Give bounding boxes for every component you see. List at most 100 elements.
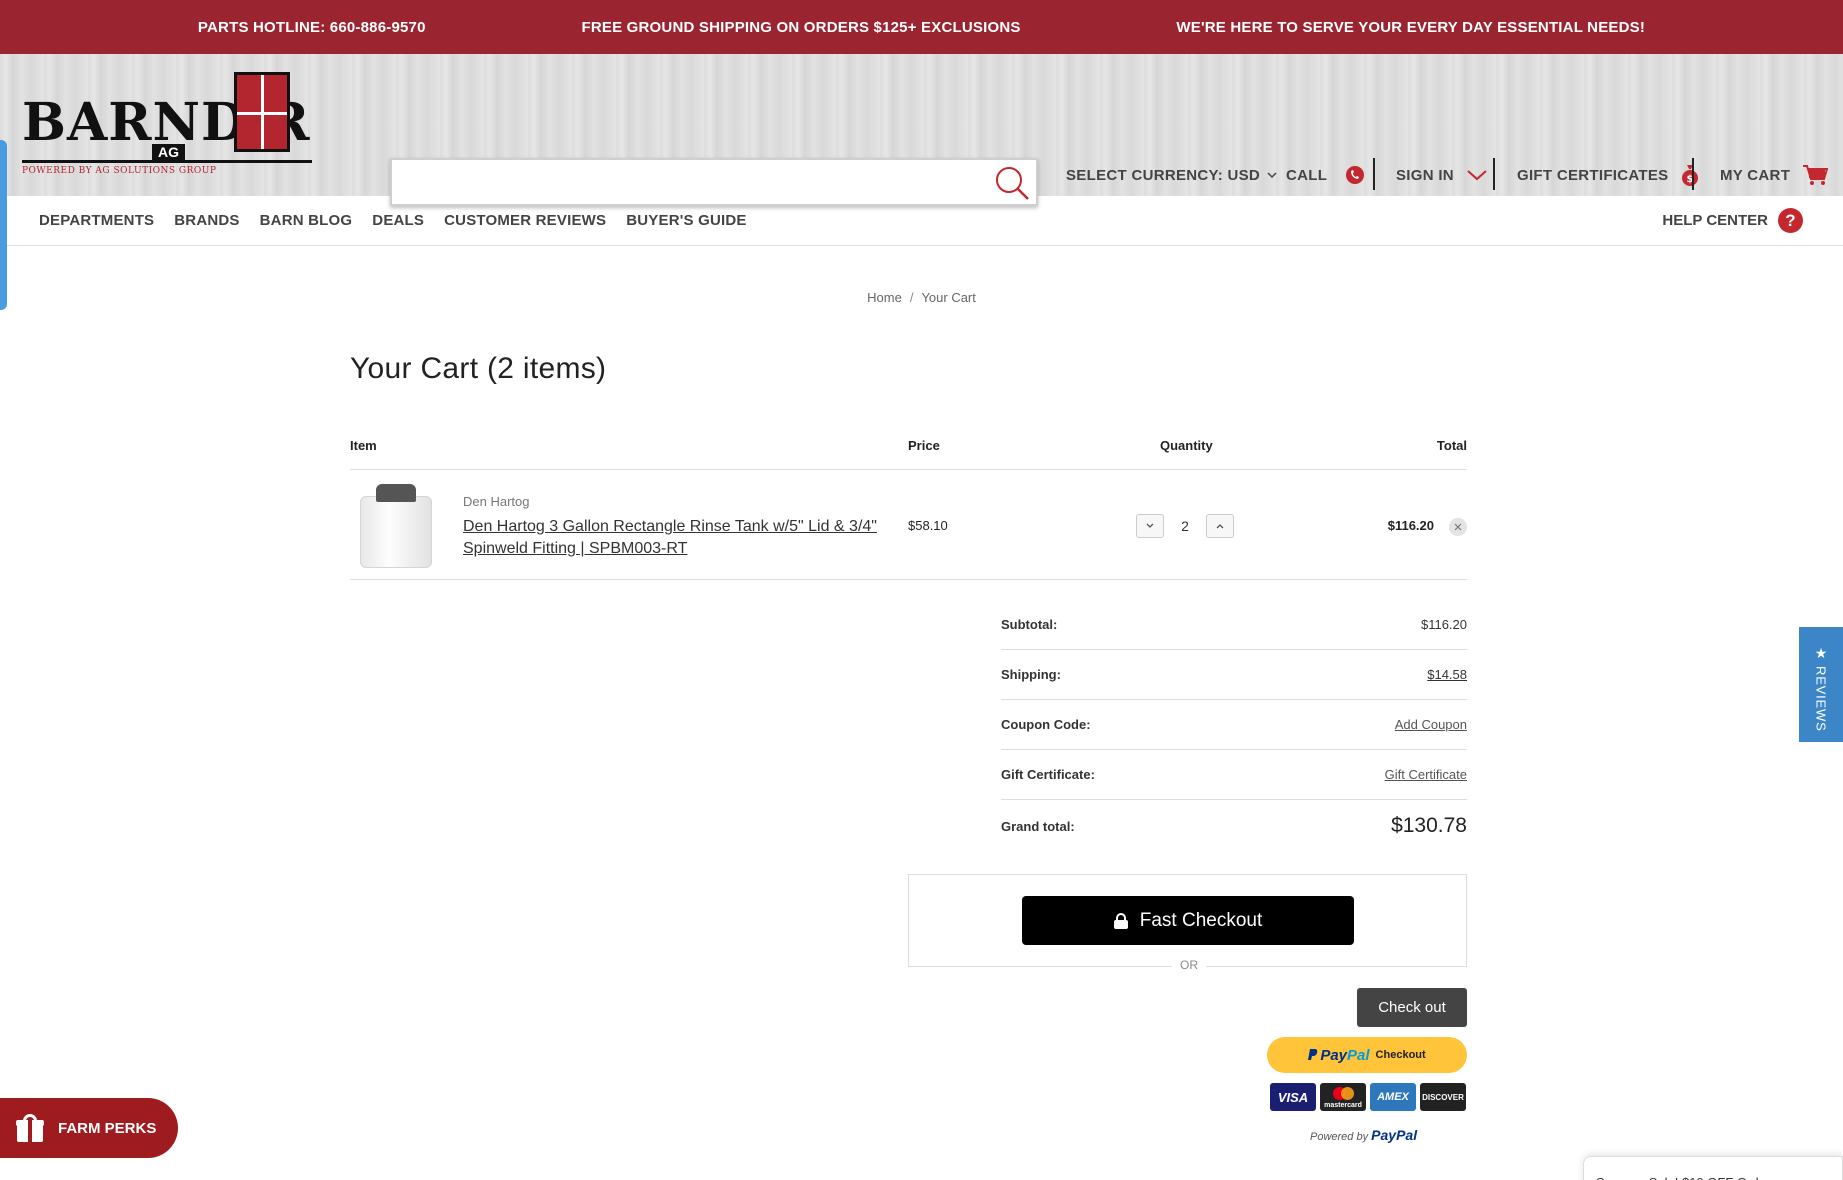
currency-label: SELECT CURRENCY: USD <box>1066 167 1260 184</box>
header-divider <box>1373 158 1375 190</box>
header-divider <box>1692 158 1694 190</box>
grand-total-label: Grand total: <box>1001 819 1075 834</box>
call-label: CALL <box>1286 167 1327 184</box>
help-center-label: HELP CENTER <box>1662 212 1768 229</box>
money-bag-icon: $ <box>1680 163 1700 187</box>
nav-deals[interactable]: DEALS <box>372 212 424 229</box>
main-nav: DEPARTMENTS BRANDS BARN BLOG DEALS CUSTO… <box>0 196 1843 246</box>
parts-hotline[interactable]: PARTS HOTLINE: 660-886-9570 <box>198 19 426 36</box>
visa-icon: VISA <box>1270 1083 1316 1111</box>
mastercard-icon: mastercard <box>1320 1083 1366 1111</box>
fast-checkout-panel: Fast Checkout <box>908 874 1467 967</box>
logo-tagline: POWERED BY AG SOLUTIONS GROUP <box>22 166 216 176</box>
reviews-label: REVIEWS <box>1814 666 1829 732</box>
grand-total-value: $130.78 <box>1391 814 1467 838</box>
powered-by-paypal: Powered by PayPal <box>1310 1127 1417 1143</box>
breadcrumb-separator: / <box>910 290 914 305</box>
farm-perks-label: FARM PERKS <box>58 1120 156 1137</box>
breadcrumb-home[interactable]: Home <box>867 290 902 305</box>
help-center-link[interactable]: HELP CENTER ? <box>1662 208 1803 233</box>
call-link[interactable]: CALL <box>1286 158 1365 192</box>
lock-icon <box>1114 913 1128 928</box>
gift-certificate-label: Gift Certificate: <box>1001 767 1095 782</box>
logo-ag: AG <box>152 144 185 160</box>
nav-customer-reviews[interactable]: CUSTOMER REVIEWS <box>444 212 606 229</box>
paypal-checkout-label: Checkout <box>1376 1049 1426 1061</box>
currency-selector[interactable]: SELECT CURRENCY: USD <box>1066 158 1278 192</box>
farm-perks-button[interactable]: FARM PERKS <box>0 1098 178 1158</box>
paypal-p-icon <box>1308 1048 1318 1061</box>
close-icon <box>1454 523 1462 531</box>
breadcrumb: Home / Your Cart <box>0 290 1843 305</box>
subtotal-row: Subtotal: $116.20 <box>1001 600 1467 650</box>
discover-icon: DISCOVER <box>1420 1083 1466 1111</box>
cart-row: Den Hartog Den Hartog 3 Gallon Rectangle… <box>350 470 1467 580</box>
header-quantity: Quantity <box>1160 438 1213 453</box>
sign-in-link[interactable]: SIGN IN <box>1396 158 1488 192</box>
header-price: Price <box>908 438 940 453</box>
fast-checkout-button[interactable]: Fast Checkout <box>1022 896 1354 945</box>
header-divider <box>1493 158 1495 190</box>
nav-brands[interactable]: BRANDS <box>174 212 239 229</box>
breadcrumb-current: Your Cart <box>921 290 975 305</box>
shipping-label: Shipping: <box>1001 667 1061 682</box>
gift-certificates-label: GIFT CERTIFICATES <box>1517 167 1668 184</box>
subtotal-value: $116.20 <box>1421 617 1467 632</box>
nav-departments[interactable]: DEPARTMENTS <box>39 212 154 229</box>
chevron-down-icon <box>1266 170 1278 180</box>
or-divider: OR <box>1172 958 1206 972</box>
reviews-side-tab[interactable]: ★ REVIEWS <box>1799 627 1843 742</box>
my-cart-link[interactable]: MY CART <box>1720 158 1828 192</box>
chevron-down-icon <box>1466 168 1488 182</box>
serve-message: WE'RE HERE TO SERVE YOUR EVERY DAY ESSEN… <box>1176 19 1645 36</box>
powered-by-brand: PayPal <box>1371 1127 1417 1143</box>
product-price: $58.10 <box>908 518 948 533</box>
grand-total-row: Grand total: $130.78 <box>1001 800 1467 852</box>
product-thumbnail[interactable] <box>354 476 436 572</box>
gift-icon <box>16 1114 44 1142</box>
increase-quantity-button[interactable] <box>1206 514 1234 538</box>
sale-popup[interactable]: Summer Sale! $10 OFF Orders <box>1583 1156 1843 1180</box>
quantity-value[interactable]: 2 <box>1164 518 1206 534</box>
paypal-checkout-button[interactable]: PayPal Checkout <box>1267 1037 1467 1073</box>
cart-table-header: Item Price Quantity Total <box>350 434 1467 470</box>
site-logo[interactable]: BARND R AG POWERED BY AG SOLUTIONS GROUP <box>22 66 312 186</box>
nav-barn-blog[interactable]: BARN BLOG <box>260 212 353 229</box>
header-total: Total <box>1437 438 1467 453</box>
tank-lid <box>376 484 416 502</box>
product-name-link[interactable]: Den Hartog 3 Gallon Rectangle Rinse Tank… <box>463 516 883 560</box>
tank-image <box>360 496 432 568</box>
fast-checkout-label: Fast Checkout <box>1140 910 1263 932</box>
remove-item-button[interactable] <box>1449 518 1467 536</box>
sign-in-label: SIGN IN <box>1396 167 1454 184</box>
subtotal-label: Subtotal: <box>1001 617 1057 632</box>
page-title: Your Cart (2 items) <box>350 352 606 386</box>
coupon-label: Coupon Code: <box>1001 717 1091 732</box>
gift-certificate-row: Gift Certificate: Gift Certificate <box>1001 750 1467 800</box>
logo-rule <box>22 160 312 163</box>
cart-icon <box>1802 164 1828 186</box>
paypal-logo: PayPal <box>1308 1047 1369 1064</box>
decrease-quantity-button[interactable] <box>1136 514 1164 538</box>
checkout-button[interactable]: Check out <box>1357 988 1467 1027</box>
add-coupon-link[interactable]: Add Coupon <box>1395 717 1467 732</box>
chevron-up-icon <box>1215 522 1225 530</box>
coupon-row: Coupon Code: Add Coupon <box>1001 700 1467 750</box>
product-brand: Den Hartog <box>463 494 529 509</box>
quantity-stepper: 2 <box>1136 514 1234 538</box>
amex-icon: AMEX <box>1370 1083 1416 1111</box>
shipping-estimate-link[interactable]: $14.58 <box>1427 667 1467 682</box>
row-total: $116.20 <box>1388 518 1434 533</box>
nav-buyers-guide[interactable]: BUYER'S GUIDE <box>626 212 746 229</box>
free-shipping-notice[interactable]: FREE GROUND SHIPPING ON ORDERS $125+ EXC… <box>581 19 1020 36</box>
header-item: Item <box>350 438 377 453</box>
gift-certificates-link[interactable]: GIFT CERTIFICATES $ <box>1517 158 1700 192</box>
gift-certificate-link[interactable]: Gift Certificate <box>1385 767 1467 782</box>
my-cart-label: MY CART <box>1720 167 1790 184</box>
star-icon: ★ <box>1815 645 1828 662</box>
promo-bar: PARTS HOTLINE: 660-886-9570 FREE GROUND … <box>0 0 1843 54</box>
chevron-down-icon <box>1145 522 1155 530</box>
help-icon: ? <box>1778 208 1803 233</box>
left-side-tab[interactable] <box>0 140 7 310</box>
shipping-row: Shipping: $14.58 <box>1001 650 1467 700</box>
